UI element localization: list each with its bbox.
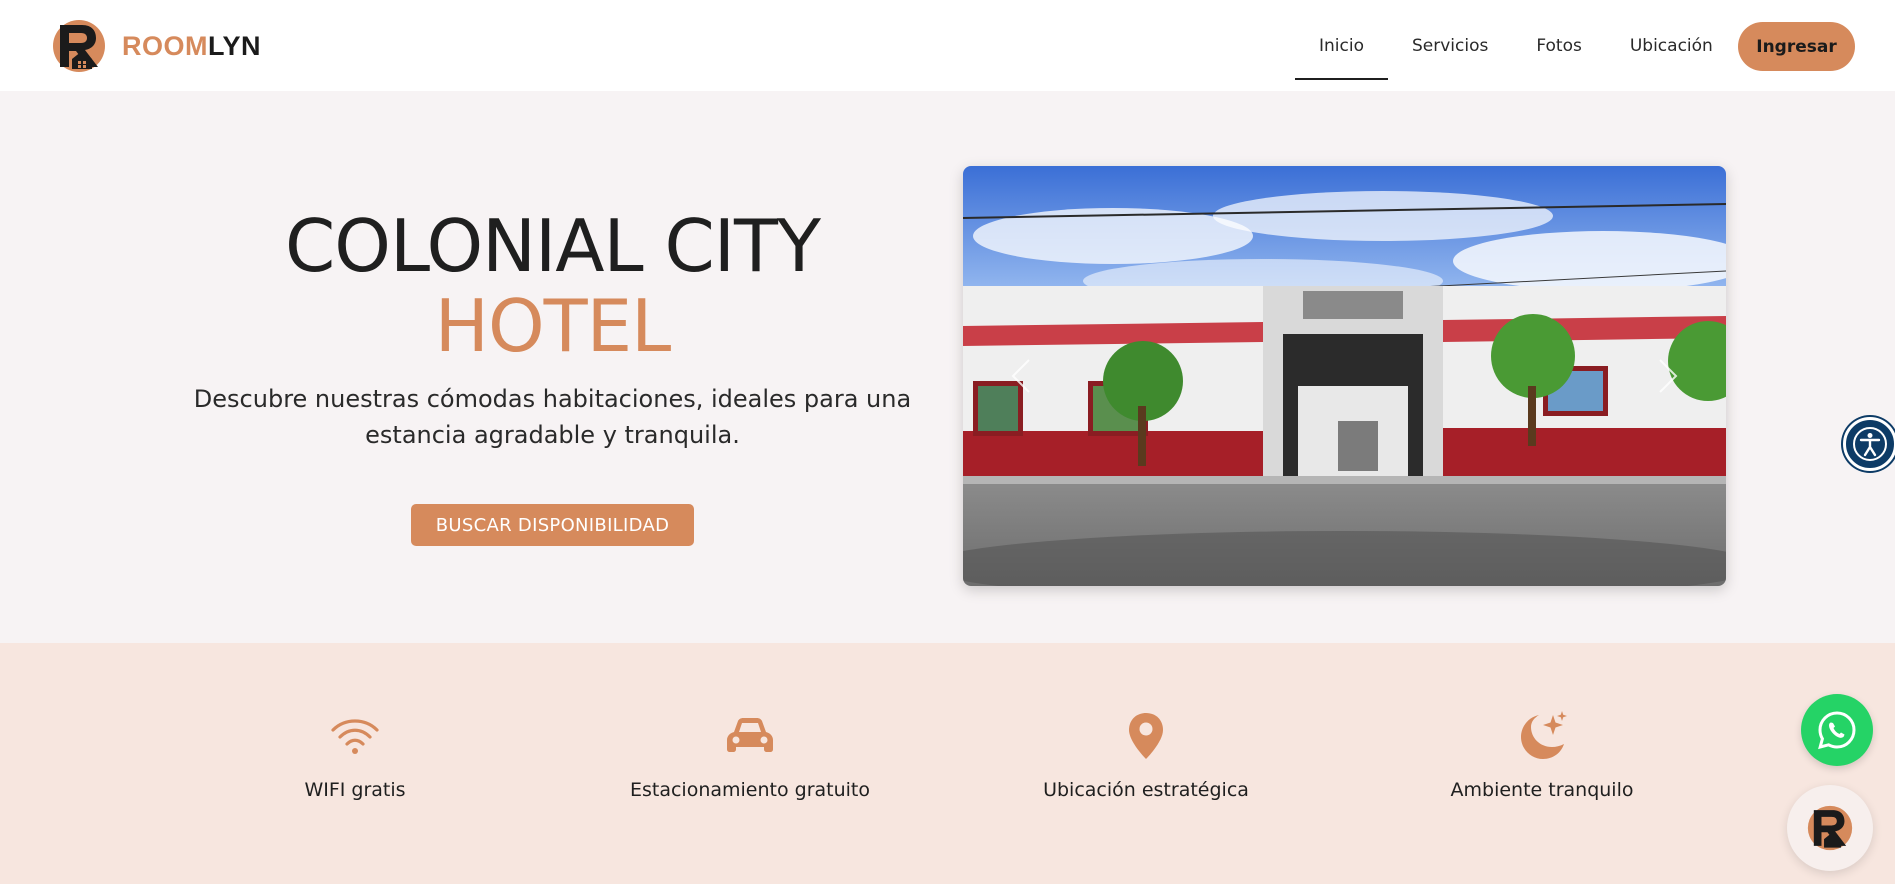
feature-label: Ambiente tranquilo [1450, 779, 1634, 801]
hotel-photo-carousel[interactable] [963, 166, 1726, 586]
hero-title-line2: HOTEL [434, 284, 671, 368]
brand-name: ROOMLYN [122, 31, 261, 62]
features-section: WIFI gratis Estacionamiento gratuito Ubi… [0, 643, 1895, 884]
feature-label: Estacionamiento gratuito [629, 779, 871, 801]
search-availability-button[interactable]: BUSCAR DISPONIBILIDAD [411, 504, 694, 546]
chevron-left-icon [1011, 359, 1030, 393]
login-button[interactable]: Ingresar [1738, 22, 1855, 71]
feature-label: Ubicación estratégica [1043, 779, 1249, 801]
carousel-prev-button[interactable] [1001, 351, 1041, 401]
moon-stars-icon [1521, 711, 1567, 759]
hotel-facade-photo [963, 166, 1726, 586]
chatbot-button[interactable] [1787, 785, 1873, 871]
location-pin-icon [1129, 713, 1163, 759]
hero-subtitle: Descubre nuestras cómodas habitaciones, … [193, 385, 912, 449]
feature-quiet: Ambiente tranquilo [1392, 708, 1692, 801]
car-icon [727, 718, 773, 752]
accessibility-button[interactable] [1843, 417, 1895, 471]
brand-logo-link[interactable]: ROOMLYN [52, 19, 261, 73]
whatsapp-button[interactable] [1801, 694, 1873, 766]
wifi-icon [331, 719, 379, 754]
nav-link-servicios[interactable]: Servicios [1388, 0, 1512, 91]
feature-location: Ubicación estratégica [996, 708, 1296, 801]
hero-title-line1: COLONIAL CITY [285, 204, 821, 288]
roomlyn-logo-icon [53, 20, 105, 72]
roomlyn-bot-icon [1807, 805, 1853, 851]
navbar: ROOMLYN Inicio Servicios Fotos Ubicación… [0, 0, 1895, 91]
nav-link-fotos[interactable]: Fotos [1512, 0, 1606, 91]
whatsapp-icon [1818, 711, 1856, 750]
carousel-next-button[interactable] [1648, 351, 1688, 401]
accessibility-icon [1853, 427, 1887, 461]
feature-parking: Estacionamiento gratuito [600, 708, 900, 801]
nav-link-inicio[interactable]: Inicio [1295, 0, 1388, 91]
chevron-right-icon [1659, 359, 1678, 393]
main-nav: Inicio Servicios Fotos Ubicación [1295, 0, 1737, 91]
brand-name-part1: ROOM [122, 30, 208, 61]
hero-title: COLONIAL CITY HOTEL [130, 206, 975, 366]
feature-wifi: WIFI gratis [205, 708, 505, 801]
nav-link-ubicacion[interactable]: Ubicación [1606, 0, 1737, 91]
hero-section: COLONIAL CITY HOTEL Descubre nuestras có… [0, 91, 1895, 643]
feature-label: WIFI gratis [304, 779, 406, 801]
brand-name-part2: LYN [208, 30, 262, 61]
